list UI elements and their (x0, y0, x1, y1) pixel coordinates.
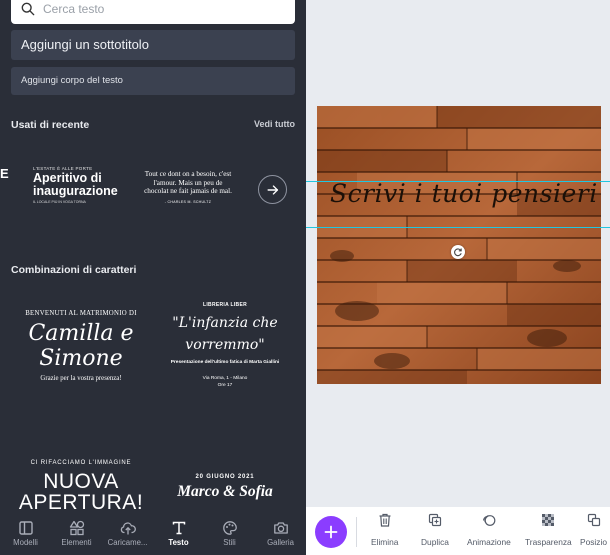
recent-item-aperitivo[interactable]: L'ESTATE È ALLE PORTE Aperitivo di inaug… (33, 166, 133, 214)
nav-item-label: Stili (223, 538, 236, 547)
nav-item-label: Caricame... (107, 538, 148, 547)
nav-item-label: Modelli (13, 538, 38, 547)
delete-button[interactable]: Elimina (371, 513, 398, 547)
nav-item-label: Galleria (267, 538, 294, 547)
quote-text: Tout ce dont on a besoin, c'est l'amour.… (144, 170, 232, 195)
nav-item-label: Testo (168, 538, 189, 547)
toolbar-divider (356, 517, 357, 547)
add-subtitle-button[interactable]: Aggiungi un sottotitolo (11, 30, 295, 60)
nav-item-modelli[interactable]: Modelli (0, 515, 51, 555)
combo-script-line2: Simone (39, 346, 123, 371)
transparency-button[interactable]: Trasparenza (525, 513, 572, 547)
animation-button[interactable]: Animazione (467, 513, 511, 547)
combo-script-line1: Camilla e (28, 321, 134, 346)
nav-item-elementi[interactable]: Elementi (51, 515, 102, 555)
search-icon (21, 2, 35, 16)
plus-icon (324, 525, 338, 539)
alignment-guide-bottom (306, 227, 610, 228)
nav-item-caricamenti[interactable]: Caricame... (102, 515, 153, 555)
combo-top-text: BENVENUTI AL MATRIMONIO DI (25, 310, 137, 317)
quote-author: - CHARLES M. SCHULTZ (164, 199, 212, 204)
font-combo-opening[interactable]: CI RIFACCIAMO L'IMMAGINE NUOVA APERTURA! (11, 460, 151, 513)
trash-icon (379, 513, 391, 527)
duplicate-label: Duplica (421, 537, 449, 547)
text-icon (172, 521, 185, 535)
duplicate-icon (428, 513, 442, 527)
combo-top-text: 20 GIUGNO 2021 (195, 474, 255, 480)
duplicate-button[interactable]: Duplica (421, 513, 449, 547)
canvas-area: Scrivi i tuoi pensieri Elimina Duplica A… (306, 0, 610, 555)
add-body-text-button[interactable]: Aggiungi corpo del testo (11, 67, 295, 95)
combo-script-line1: "L'infanzia che (172, 315, 278, 331)
recent-item-quote[interactable]: Tout ce dont on a besoin, c'est l'amour.… (143, 170, 233, 206)
nav-item-stili[interactable]: Stili (204, 515, 255, 555)
bottom-toolbar: Elimina Duplica Animazione Trasparenza P… (306, 507, 610, 555)
shapes-icon (69, 520, 84, 536)
nav-item-testo[interactable]: Testo (153, 515, 204, 555)
rotate-icon (454, 248, 462, 257)
font-combo-wedding[interactable]: BENVENUTI AL MATRIMONIO DI Camilla e Sim… (11, 310, 151, 382)
search-box[interactable] (11, 0, 295, 24)
nav-item-label: Elementi (61, 538, 92, 547)
combo-top-text: CI RIFACCIAMO L'IMMAGINE (30, 460, 132, 466)
checkerboard-icon (542, 514, 555, 526)
font-combo-library[interactable]: LIBRERIA LIBER "L'infanzia che vorremmo"… (160, 302, 290, 389)
arrow-right-icon (266, 184, 278, 195)
position-icon (587, 513, 600, 527)
recent-item-partial[interactable]: E (0, 166, 9, 181)
combo-address-line1: Via Roma, 1 - Milano (202, 376, 248, 381)
next-recent-button[interactable] (258, 175, 287, 204)
transparency-label: Trasparenza (525, 537, 572, 547)
rotate-handle[interactable] (451, 245, 465, 259)
add-button[interactable] (315, 516, 347, 548)
palette-icon (222, 521, 237, 535)
animation-icon (482, 515, 496, 526)
combo-big-line2: APERTURA! (18, 491, 144, 514)
cloud-upload-icon (120, 522, 136, 535)
position-button[interactable]: Posizio (580, 513, 607, 547)
combos-section-title: Combinazioni di caratteri (11, 264, 137, 276)
canvas-text-element[interactable]: Scrivi i tuoi pensieri (330, 179, 610, 208)
recent-item-kicker: L'ESTATE È ALLE PORTE (33, 166, 93, 171)
recent-section-title: Usati di recente (11, 119, 90, 131)
layout-icon (18, 521, 33, 535)
animation-label: Animazione (467, 537, 511, 547)
text-panel: Aggiungi un sottotitolo Aggiungi corpo d… (0, 0, 306, 555)
combo-big-line1: NUOVA (43, 470, 119, 493)
combo-bottom-text: Grazie per la vostra presenza! (40, 375, 122, 382)
position-label: Posizio (580, 537, 607, 547)
combo-names: Marco & Sofia (177, 483, 273, 500)
recent-item-small: IL LOCALE PIÙ IN VOGA TORNA (33, 200, 86, 204)
delete-label: Elimina (371, 537, 399, 547)
recent-item-heading: Aperitivo di inaugurazione (33, 171, 118, 198)
see-all-link[interactable]: Vedi tutto (254, 119, 295, 129)
combo-top-text: LIBRERIA LIBER (202, 302, 247, 308)
bottom-nav: Modelli Elementi Caricame... Testo Stili… (0, 515, 306, 555)
combo-description: Presentazione dell'ultimo fatica di Mart… (170, 360, 280, 365)
search-input[interactable] (43, 2, 283, 16)
nav-item-galleria[interactable]: Galleria (255, 515, 306, 555)
camera-icon (273, 522, 288, 534)
combo-address-line2: Ore 17 (217, 383, 233, 388)
combo-script-line2: vorremmo" (185, 337, 265, 353)
font-combo-date[interactable]: 20 GIUGNO 2021 Marco & Sofia (160, 474, 290, 501)
